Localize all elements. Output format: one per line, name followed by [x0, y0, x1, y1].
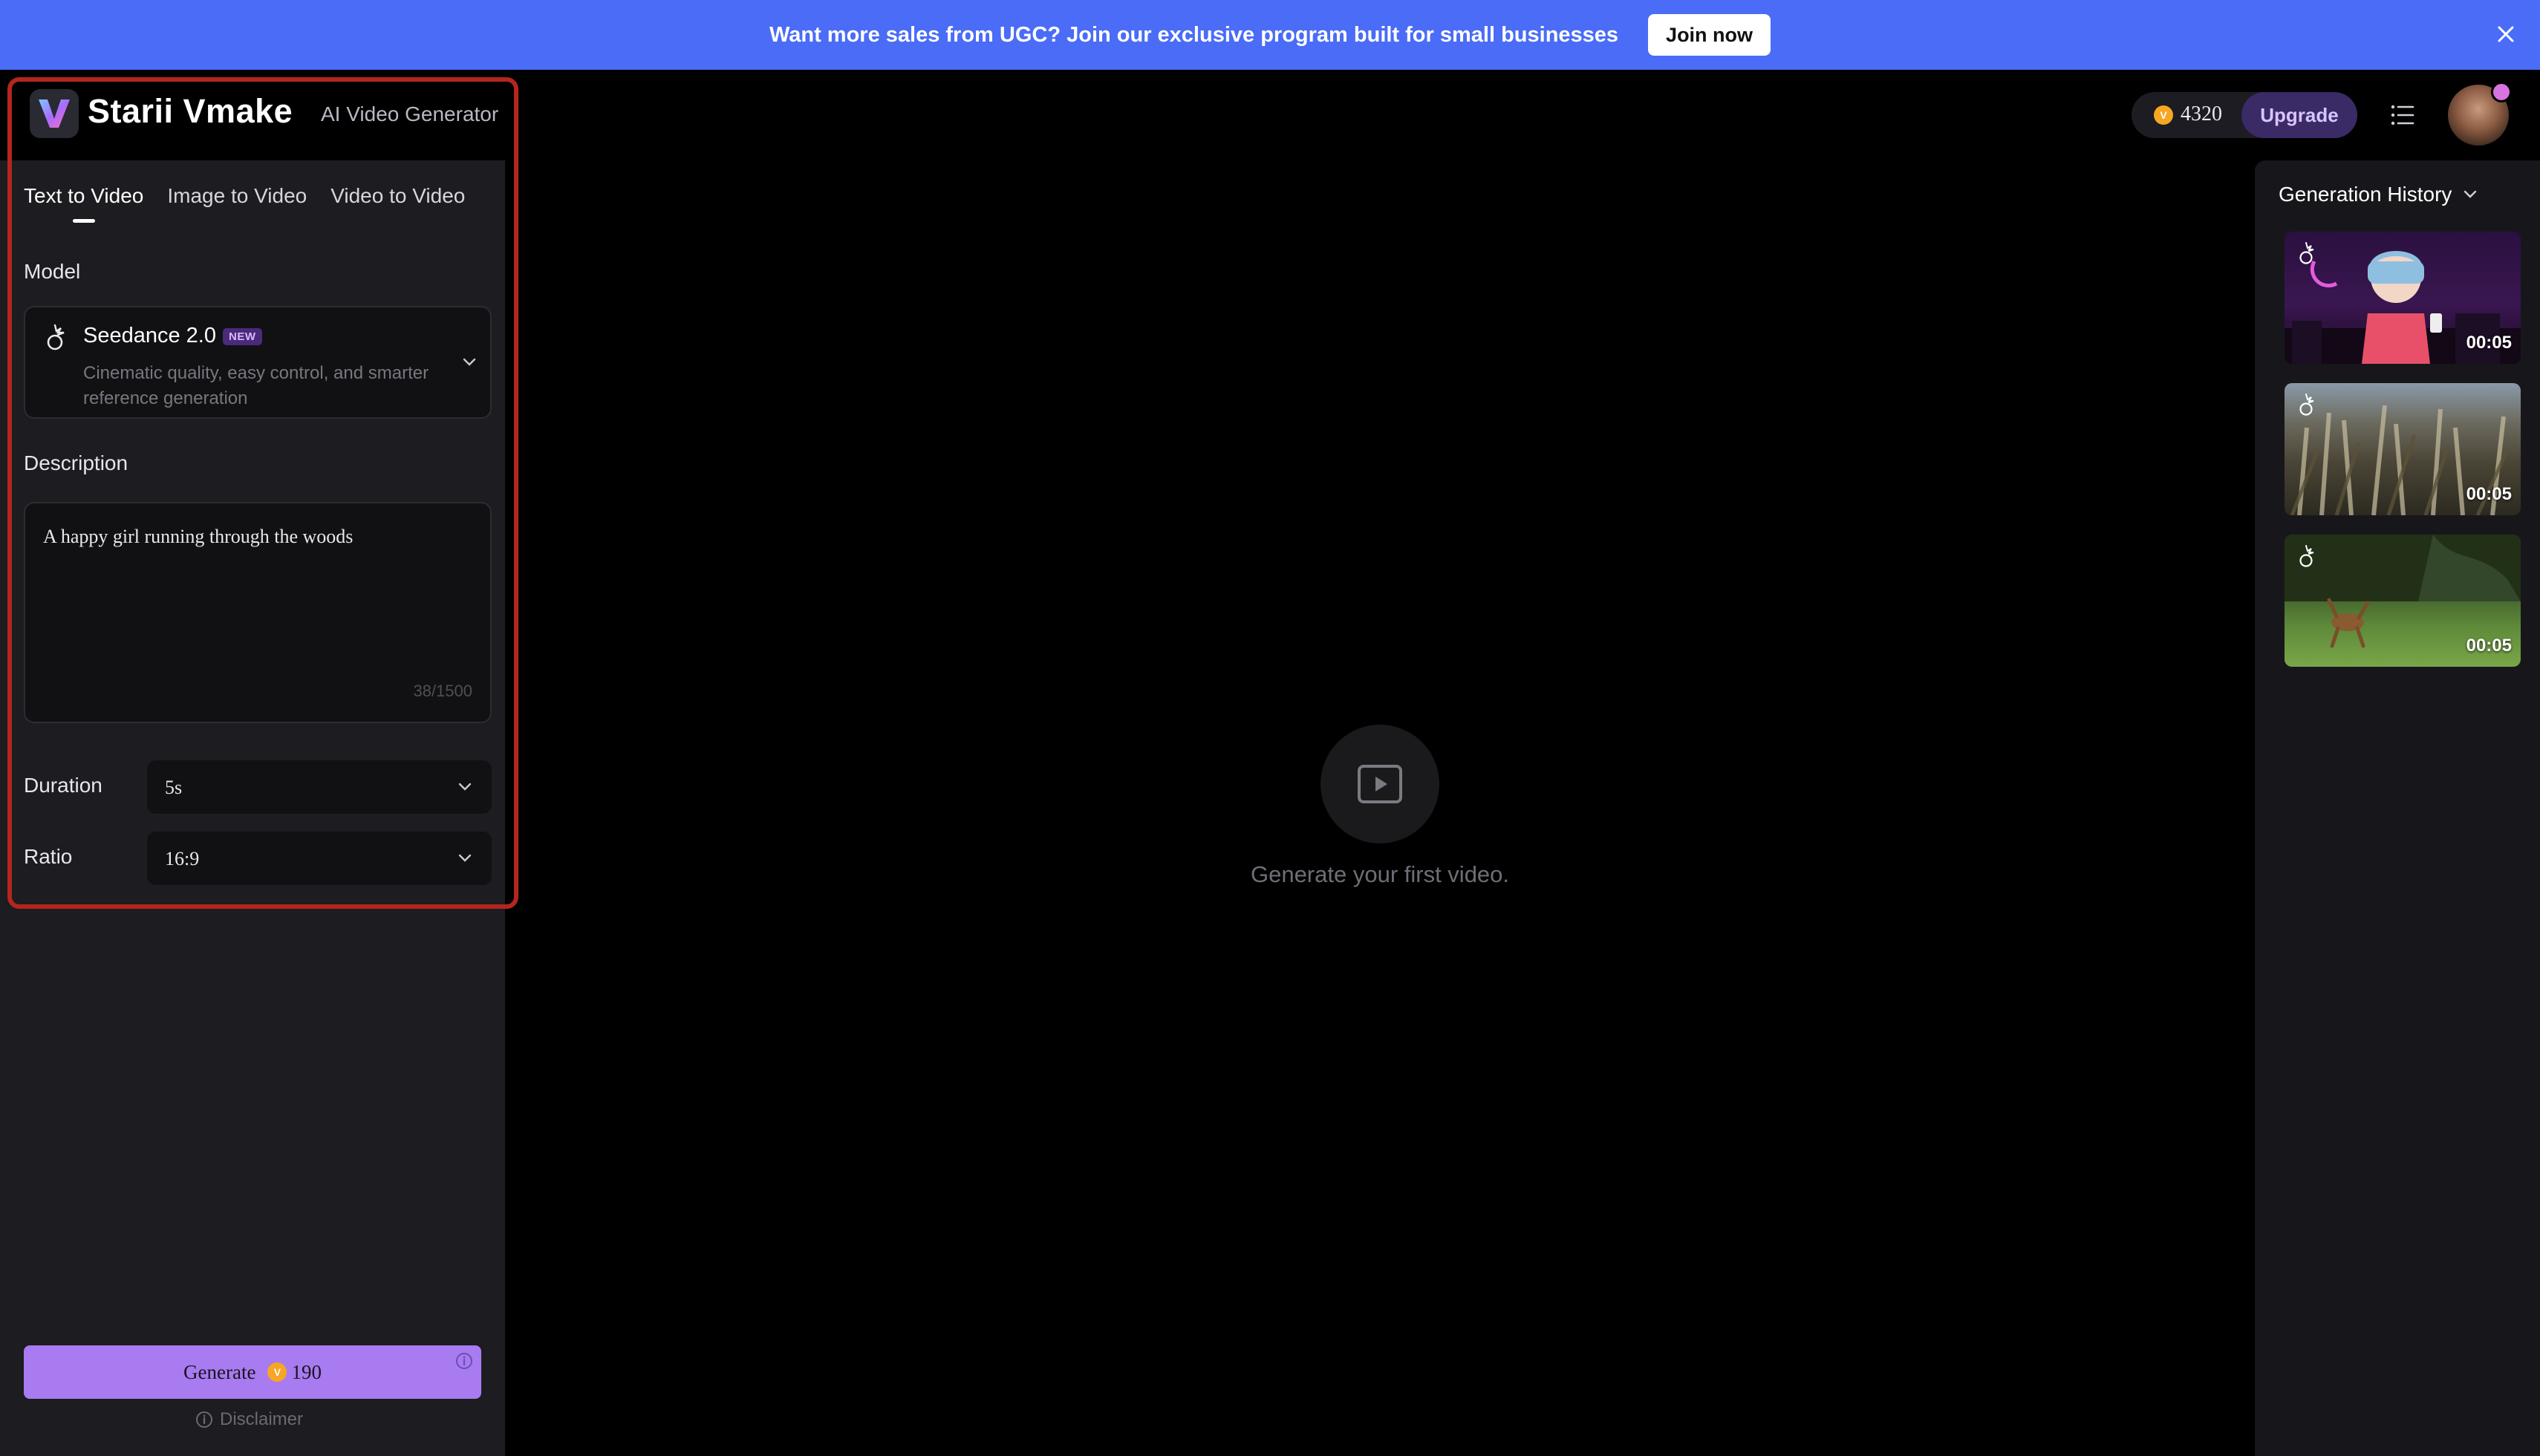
close-icon[interactable] — [2487, 15, 2525, 53]
video-placeholder-icon — [1321, 725, 1439, 843]
duration-label: Duration — [24, 774, 102, 797]
model-description: Cinematic quality, easy control, and sma… — [83, 363, 429, 408]
tab-text-to-video[interactable]: Text to Video — [24, 184, 143, 223]
credits-balance: 4320 — [2181, 102, 2222, 125]
video-duration: 00:05 — [2466, 484, 2512, 504]
duration-select[interactable]: 5s — [147, 760, 492, 814]
banner-text: Want more sales from UGC? Join our exclu… — [769, 22, 1619, 47]
generate-button[interactable]: Generate V 190 — [24, 1345, 481, 1399]
brand-name: Starii Vmake — [88, 92, 293, 130]
ratio-label: Ratio — [24, 845, 73, 868]
disclaimer-link[interactable]: Disclaimer — [195, 1409, 303, 1430]
disclaimer-label: Disclaimer — [220, 1409, 304, 1429]
seedance-icon — [47, 324, 65, 350]
notification-badge — [2491, 82, 2512, 102]
history-thumbnail[interactable]: 00:05 — [2285, 383, 2521, 515]
video-duration: 00:05 — [2466, 333, 2512, 353]
list-icon[interactable] — [2387, 99, 2418, 131]
app-tagline: AI Video Generator — [321, 102, 499, 125]
model-name: Seedance 2.0 — [83, 324, 216, 347]
chevron-down-icon — [2464, 190, 2477, 198]
seedance-icon — [2299, 242, 2314, 264]
seedance-icon — [2299, 394, 2314, 416]
ratio-value: 16:9 — [165, 848, 200, 869]
duration-value: 5s — [165, 777, 183, 798]
app-header: Starii Vmake AI Video Generator — [0, 70, 505, 160]
generation-history-panel: Generation History 00:05 00:05 00:05 — [2255, 160, 2540, 1456]
info-icon[interactable] — [455, 1351, 474, 1371]
mode-tabs: Text to Video Image to Video Video to Vi… — [24, 184, 465, 223]
history-thumbnail[interactable]: 00:05 — [2285, 232, 2521, 364]
empty-state-text: Generate your first video. — [1250, 861, 1510, 887]
generation-panel: Starii Vmake AI Video Generator Text to … — [0, 70, 505, 1456]
new-badge: NEW — [223, 328, 262, 345]
model-selector[interactable]: Seedance 2.0 NEW Cinematic quality, easy… — [24, 306, 492, 419]
character-counter: 38/1500 — [413, 682, 472, 700]
history-dropdown[interactable]: Generation History — [2279, 183, 2480, 206]
info-icon — [196, 1411, 212, 1428]
seedance-icon — [2299, 545, 2314, 567]
coin-icon: V — [2154, 105, 2173, 125]
tab-image-to-video[interactable]: Image to Video — [167, 184, 307, 223]
promo-banner: Want more sales from UGC? Join our exclu… — [0, 0, 2540, 70]
generate-cost: 190 — [291, 1360, 322, 1383]
chevron-down-icon — [458, 783, 472, 791]
description-label: Description — [24, 451, 128, 474]
model-label: Model — [24, 260, 81, 283]
description-text: A happy girl running through the woods — [43, 526, 354, 547]
credits-pill[interactable]: V 4320 Upgrade — [2132, 92, 2357, 138]
coin-icon: V — [267, 1362, 287, 1382]
generate-label: Generate — [183, 1360, 256, 1383]
join-now-button[interactable]: Join now — [1648, 14, 1771, 56]
chevron-down-icon — [463, 358, 476, 366]
vmake-logo-icon[interactable] — [30, 89, 79, 138]
upgrade-button[interactable]: Upgrade — [2241, 92, 2357, 138]
history-thumbnail[interactable]: 00:05 — [2285, 535, 2521, 667]
history-title: Generation History — [2279, 183, 2452, 206]
tab-video-to-video[interactable]: Video to Video — [330, 184, 465, 223]
chevron-down-icon — [458, 854, 472, 862]
ratio-select[interactable]: 16:9 — [147, 832, 492, 885]
description-input[interactable]: A happy girl running through the woods 3… — [24, 502, 492, 723]
video-duration: 00:05 — [2466, 636, 2512, 656]
user-avatar[interactable] — [2448, 82, 2512, 146]
